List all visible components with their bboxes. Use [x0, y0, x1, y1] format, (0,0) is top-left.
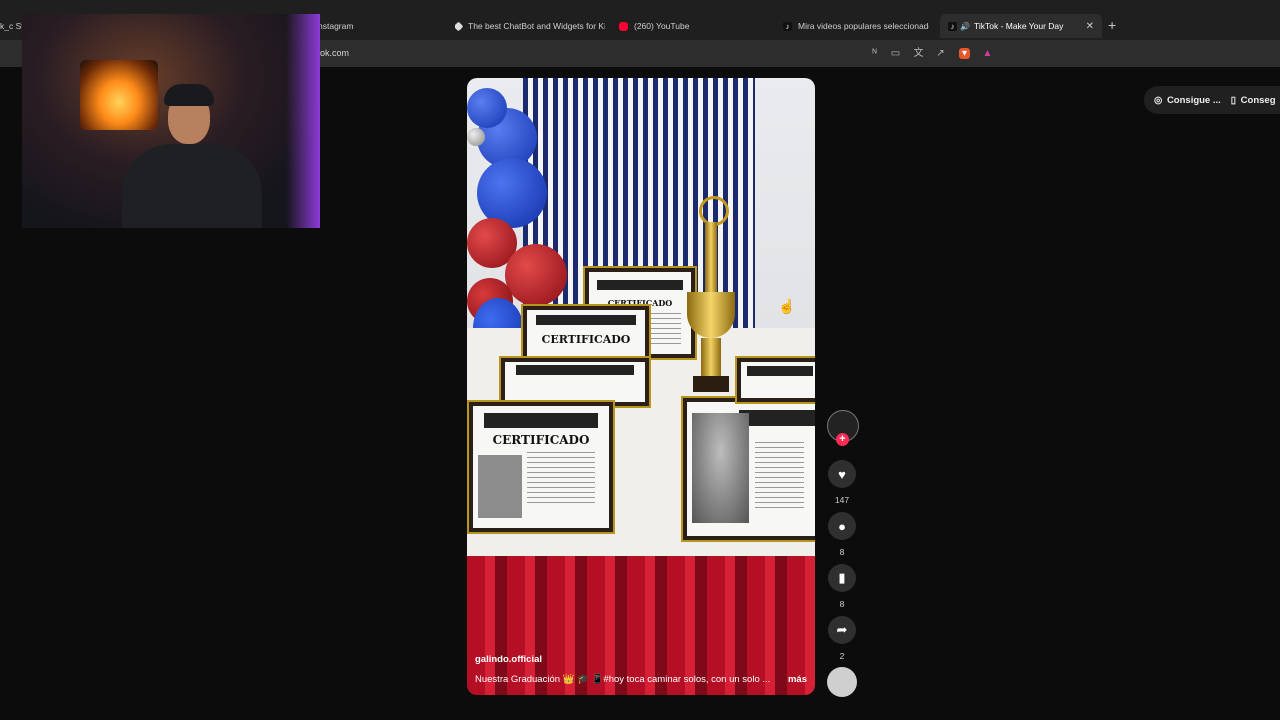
bookmark-icon[interactable]: ▮: [828, 564, 856, 592]
tab-tiktok-popular-label: Mira videos populares seleccionados: [798, 21, 929, 31]
tab-tiktok-active[interactable]: ♪ 🔊 TikTok - Make Your Day ✕: [940, 14, 1102, 38]
get-coins-label: Consigue ...: [1166, 94, 1221, 106]
tab-1[interactable]: k_c St: [0, 14, 24, 38]
certificate-banner: [597, 280, 683, 291]
tiktok-favicon-icon: ♪: [948, 21, 957, 31]
trophy-base: [693, 376, 729, 392]
likes-count: 147: [834, 495, 850, 505]
certificate-front-left: CERTIFICADO: [469, 402, 613, 532]
trophy-column: [705, 222, 717, 292]
streamer-cap: [164, 84, 214, 106]
cast-icon[interactable]: ▭: [890, 48, 901, 59]
video-caption: galindo.official Nuestra Graduación 👑 🎓 …: [475, 654, 807, 685]
brave-shield-icon[interactable]: ▾: [959, 48, 970, 59]
trophy-cup: [687, 292, 735, 338]
blue-balloon: [467, 88, 507, 128]
certificate-middle: CERTIFICADO: [523, 306, 649, 360]
share-arrow-icon[interactable]: ➦: [828, 616, 856, 644]
chatbot-favicon-icon: [455, 21, 464, 31]
tiktok-favicon-icon: ♪: [783, 21, 792, 31]
get-app-buttons: ◎ Consigue ... ▯ Conseg: [1144, 86, 1280, 114]
certificate-title: CERTIFICADO: [541, 333, 631, 346]
red-balloon: [505, 244, 567, 306]
tab-1-label: k_c St: [0, 21, 24, 31]
get-app-label: Conseg: [1240, 94, 1276, 106]
certificate-portrait: [478, 454, 522, 519]
streamer-body: [122, 144, 262, 228]
reader-mode-icon[interactable]: ᴺ: [869, 48, 880, 59]
certificate-banner: [747, 365, 813, 377]
heart-icon[interactable]: ♥: [828, 460, 856, 488]
youtube-favicon-icon: [619, 21, 628, 31]
get-app-button[interactable]: ▯ Conseg: [1231, 95, 1276, 106]
certificate-middle-2: [501, 358, 649, 406]
close-tab-icon[interactable]: ✕: [1086, 21, 1094, 32]
translate-icon[interactable]: 文: [913, 48, 924, 59]
comment-icon[interactable]: ●: [828, 512, 856, 540]
tab-instagram[interactable]: nstagram: [318, 14, 438, 38]
saves-count: 8: [839, 599, 845, 609]
music-disc-icon[interactable]: [827, 667, 857, 697]
certificate-banner: [739, 410, 815, 427]
comments-count: 8: [839, 547, 845, 557]
url-field[interactable]: ok.com: [320, 48, 349, 58]
tab-youtube[interactable]: (260) YouTube: [619, 14, 759, 38]
certificate-portrait: [692, 412, 750, 523]
get-coins-button[interactable]: ◎ Consigue ...: [1154, 95, 1221, 106]
certificate-title: CERTIFICADO: [492, 432, 590, 447]
certificate-text: [754, 442, 804, 512]
trophy-stem: [701, 338, 721, 378]
video-more-icon[interactable]: ···: [786, 88, 803, 104]
webcam-overlay: [22, 14, 320, 228]
tab-tiktok-popular[interactable]: ♪ Mira videos populares seleccionados: [783, 14, 929, 38]
tab-chatbot[interactable]: The best ChatBot and Widgets for Ki: [455, 14, 605, 38]
hand-cursor-icon: ☝: [778, 298, 796, 314]
streamer-figure: [112, 78, 262, 228]
tab-instagram-label: nstagram: [318, 21, 354, 31]
certificate-text: [527, 452, 596, 507]
silver-balloon: [467, 128, 485, 146]
certificate-banner: [516, 365, 634, 375]
share-icon[interactable]: ↗: [935, 48, 946, 59]
new-tab-button[interactable]: +: [1108, 17, 1116, 33]
certificate-front-right: [683, 398, 815, 540]
follow-plus-icon[interactable]: +: [836, 433, 849, 446]
certificate-right-back: [737, 358, 815, 402]
certificate-banner: [536, 314, 636, 325]
tab-tiktok-active-label: TikTok - Make Your Day: [973, 21, 1064, 31]
shares-count: 2: [839, 651, 845, 661]
trophy: [683, 196, 739, 396]
video-username[interactable]: galindo.official: [475, 654, 807, 665]
tab-chatbot-label: The best ChatBot and Widgets for Ki: [468, 21, 605, 31]
speaker-icon: 🔊: [960, 21, 970, 31]
rewards-icon[interactable]: ▲: [982, 48, 993, 59]
caption-text: Nuestra Graduación 👑 🎓 📱#hoy toca camina…: [475, 674, 771, 685]
certificate-banner: [483, 413, 599, 428]
purple-light: [286, 14, 320, 228]
video-player[interactable]: CERTIFICADO CERTIFICADO CERTIFICADO ··· …: [467, 78, 815, 695]
tab-youtube-label: (260) YouTube: [634, 21, 690, 31]
more-link[interactable]: más: [788, 674, 807, 685]
